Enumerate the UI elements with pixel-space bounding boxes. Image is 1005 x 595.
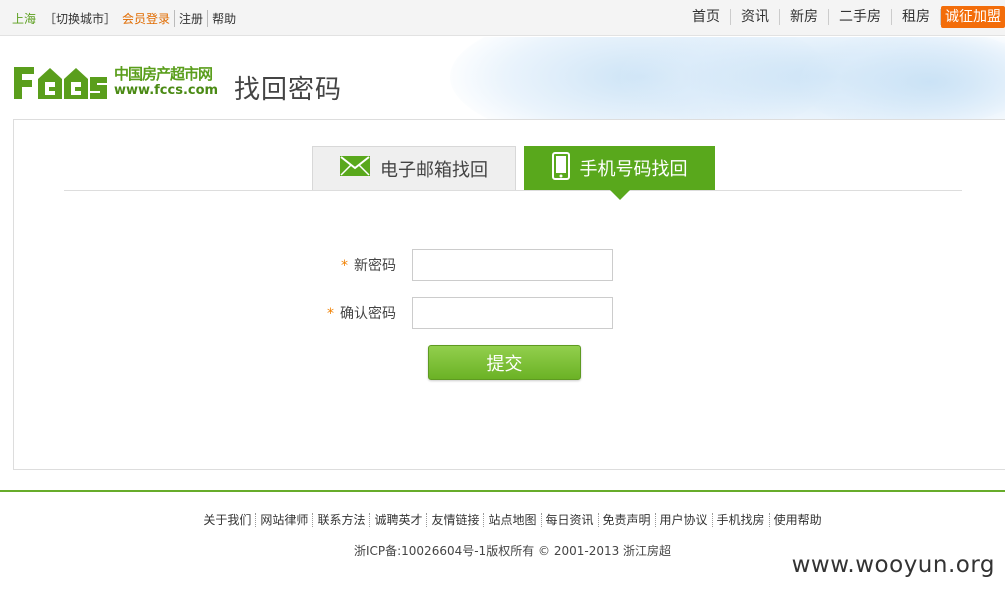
confirm-password-row: * 确认密码 xyxy=(282,297,613,329)
logo-text: 中国房产超市网 www.fccs.com xyxy=(114,65,219,99)
top-nav: 首页 资讯 新房 二手房 租房 诚征加盟 xyxy=(682,6,1005,28)
site-logo[interactable]: 中国房产超市网 www.fccs.com xyxy=(12,63,218,101)
footer-link-mobile[interactable]: 手机找房 xyxy=(713,513,770,527)
footer-link-lawyer[interactable]: 网站律师 xyxy=(256,513,314,527)
fccs-logo-mark xyxy=(12,63,108,101)
footer-link-contact[interactable]: 联系方法 xyxy=(313,513,371,527)
new-password-row: * 新密码 xyxy=(282,249,613,281)
mobile-phone-icon xyxy=(551,151,570,185)
cloud-decoration xyxy=(800,37,1005,119)
member-login-link[interactable]: 会员登录 xyxy=(122,10,176,27)
tab-phone-recovery[interactable]: 手机号码找回 xyxy=(524,146,715,200)
nav-news[interactable]: 资讯 xyxy=(731,9,780,25)
franchise-button[interactable]: 诚征加盟 xyxy=(941,6,1005,28)
nav-rent[interactable]: 租房 xyxy=(892,9,941,25)
footer-link-agreement[interactable]: 用户协议 xyxy=(656,513,713,527)
top-bar: 上海 ［切换城市］ 会员登录 注册 帮助 首页 资讯 新房 二手房 租房 诚征加… xyxy=(0,0,1005,36)
nav-new-homes[interactable]: 新房 xyxy=(780,9,829,25)
required-mark: * xyxy=(327,306,334,322)
footer-link-disclaimer[interactable]: 免责声明 xyxy=(599,513,656,527)
current-city-link[interactable]: 上海 xyxy=(12,10,36,27)
help-link[interactable]: 帮助 xyxy=(212,10,236,27)
recover-password-panel: 电子邮箱找回 手机号码找回 * 新密码 * 确认密码 提交 xyxy=(13,119,1005,470)
header: 中国房产超市网 www.fccs.com 找回密码 xyxy=(0,37,1005,119)
new-password-input[interactable] xyxy=(412,249,613,281)
logo-url: www.fccs.com xyxy=(114,83,219,98)
active-tab-arrow xyxy=(610,190,630,200)
topbar-left: 上海 ［切换城市］ 会员登录 注册 帮助 xyxy=(12,10,236,27)
footer-link-jobs[interactable]: 诚聘英才 xyxy=(370,513,428,527)
watermark: www.wooyun.org xyxy=(791,552,995,578)
logo-chinese-name: 中国房产超市网 xyxy=(114,65,213,83)
confirm-password-input[interactable] xyxy=(412,297,613,329)
new-password-label: * 新密码 xyxy=(341,258,396,274)
footer-divider xyxy=(0,490,1005,492)
nav-home[interactable]: 首页 xyxy=(682,9,731,25)
footer-link-sitemap[interactable]: 站点地图 xyxy=(484,513,542,527)
tab-email-recovery[interactable]: 电子邮箱找回 xyxy=(312,146,516,190)
footer-links: 关于我们 网站律师 联系方法 诚聘英才 友情链接 站点地图 每日资讯 免责声明 用户协议 手机找房… xyxy=(0,513,1005,527)
footer-link-help[interactable]: 使用帮助 xyxy=(770,513,826,527)
tab-phone-label: 手机号码找回 xyxy=(579,159,688,180)
footer-link-daily-news[interactable]: 每日资讯 xyxy=(542,513,599,527)
envelope-icon xyxy=(340,156,370,181)
register-link[interactable]: 注册 xyxy=(179,10,209,27)
recovery-tabs: 电子邮箱找回 手机号码找回 xyxy=(64,146,962,200)
submit-button[interactable]: 提交 xyxy=(428,345,581,380)
footer-link-about[interactable]: 关于我们 xyxy=(199,513,257,527)
tab-email-label: 电子邮箱找回 xyxy=(380,159,488,181)
required-mark: * xyxy=(341,258,348,274)
footer-link-friends[interactable]: 友情链接 xyxy=(427,513,485,527)
nav-second-hand[interactable]: 二手房 xyxy=(829,9,892,25)
switch-city-link[interactable]: ［切换城市］ xyxy=(44,10,116,27)
page-title: 找回密码 xyxy=(234,75,343,105)
confirm-password-label: * 确认密码 xyxy=(327,306,396,322)
